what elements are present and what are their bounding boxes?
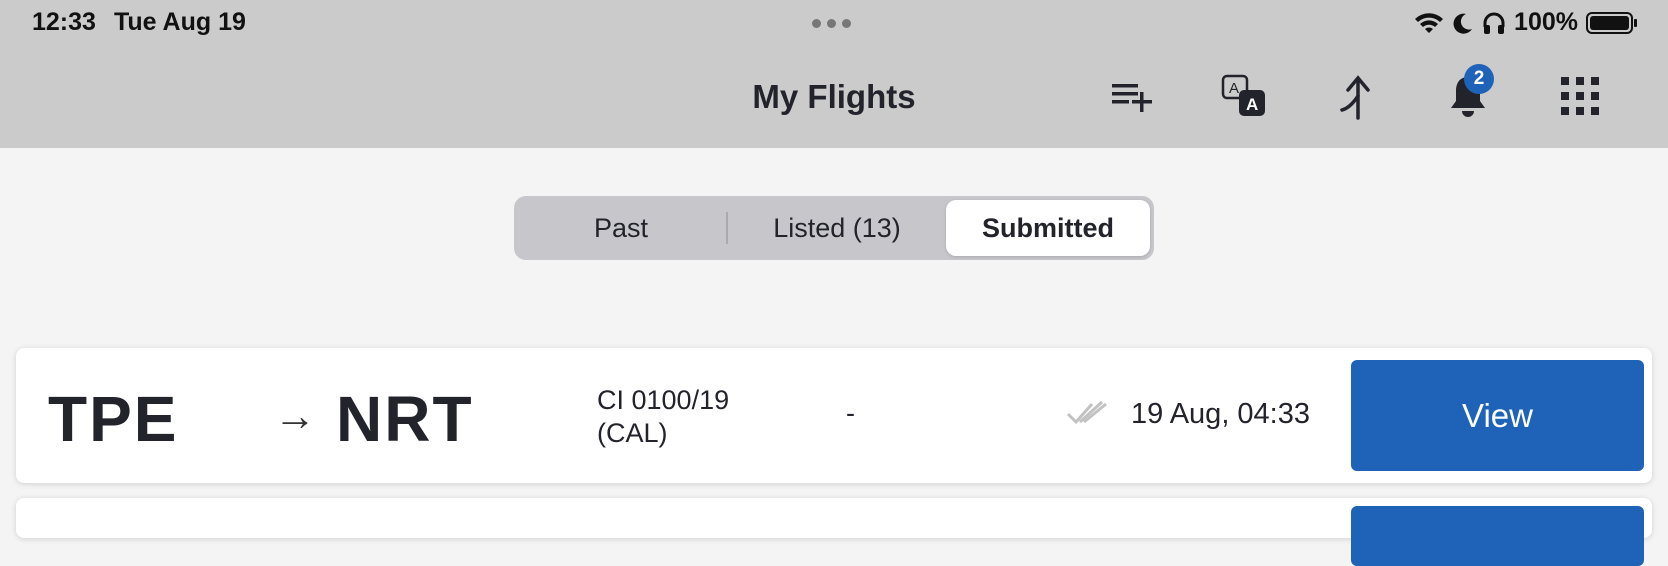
route-arrow: → (274, 392, 316, 439)
tab-past[interactable]: Past (518, 200, 724, 256)
page-title: My Flights (752, 78, 916, 115)
status-time: 12:33 Tue Aug 19 (32, 8, 246, 37)
view-button-next[interactable] (1351, 506, 1644, 566)
tab-listed[interactable]: Listed (13) (730, 200, 944, 256)
flight-card-next (16, 498, 1652, 566)
flight-number: CI 0100/19 (597, 385, 730, 415)
top-bar: 12:33 Tue Aug 19 100% My Flights A A 2 (0, 0, 1668, 148)
notification-badge: 2 (1464, 64, 1494, 94)
battery-icon (1586, 11, 1637, 34)
wifi-icon (1415, 12, 1444, 33)
grid-menu-icon[interactable] (1552, 68, 1608, 124)
svg-text:A: A (1246, 95, 1258, 114)
tab-divider (726, 212, 728, 244)
submitted-datetime: 19 Aug, 04:33 (1131, 398, 1310, 430)
translate-icon[interactable]: A A (1216, 68, 1272, 124)
battery-percent: 100% (1514, 8, 1578, 36)
origin-airport: TPE (48, 383, 179, 455)
status-indicators: 100% (1414, 8, 1638, 37)
add-list-icon[interactable] (1104, 68, 1160, 124)
headphones-icon (1483, 12, 1505, 34)
status-date: Tue Aug 19 (113, 8, 246, 36)
svg-text:A: A (1229, 80, 1239, 97)
view-button[interactable]: View (1351, 360, 1644, 471)
status-clock: 12:33 (32, 8, 96, 36)
merge-arrow-icon[interactable] (1328, 68, 1384, 124)
tab-submitted[interactable]: Submitted (946, 200, 1150, 256)
flight-card: TPE → NRT CI 0100/19 (CAL) - 19 Aug, 04:… (16, 348, 1652, 483)
flight-extra: - (846, 398, 855, 428)
airline-code: (CAL) (597, 418, 668, 448)
flight-info: CI 0100/19 (CAL) (597, 384, 729, 450)
flight-tabs: Past Listed (13) Submitted (514, 196, 1154, 260)
moon-icon (1453, 13, 1473, 34)
destination-airport: NRT (336, 383, 474, 455)
multitask-dots-icon[interactable] (812, 19, 851, 28)
double-check-icon (1066, 400, 1107, 425)
bell-icon[interactable]: 2 (1440, 64, 1496, 124)
